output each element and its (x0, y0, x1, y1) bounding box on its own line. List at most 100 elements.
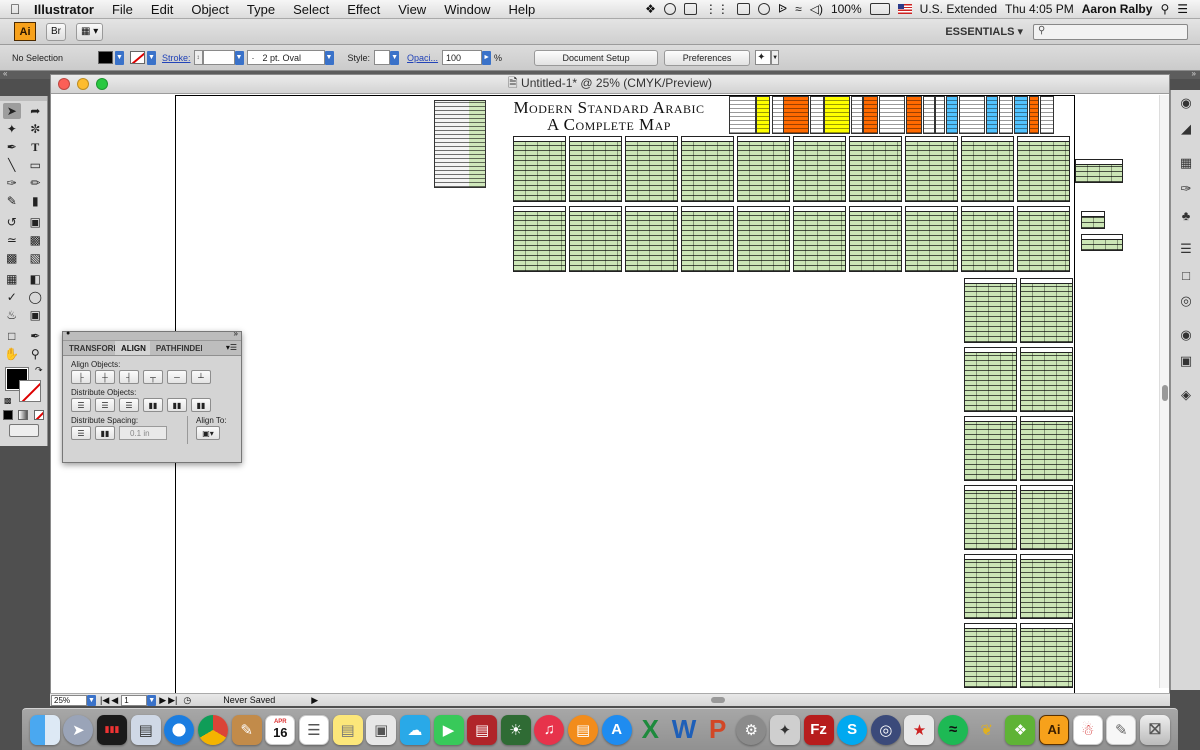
pen-tool-icon[interactable]: ✒ (3, 139, 21, 155)
stroke-weight-dropdown-icon[interactable]: ▼ (234, 50, 244, 65)
color-panel-icon[interactable]: ◉ (1171, 90, 1200, 116)
verb-table[interactable] (1020, 623, 1073, 688)
skype-icon[interactable]: S (837, 714, 868, 745)
help-search-input[interactable]: ⚲ (1033, 23, 1188, 40)
color-mode-icon[interactable] (2, 410, 13, 420)
chart-strip-cell[interactable] (863, 96, 878, 134)
align-vertical-center-icon[interactable]: ─ (167, 370, 187, 384)
menu-effect[interactable]: Effect (338, 2, 389, 17)
opacity-field[interactable]: 100 (442, 50, 483, 65)
time-machine-icon[interactable] (663, 3, 676, 15)
chart-strip-cell[interactable] (935, 96, 945, 134)
symbols-panel-icon[interactable]: ♣ (1171, 202, 1200, 228)
live-paint-selection-tool-icon[interactable]: ▣ (26, 307, 44, 323)
chart-strip-cell[interactable] (923, 96, 935, 134)
verb-table[interactable] (1020, 485, 1073, 550)
verb-table[interactable] (964, 485, 1017, 550)
finder-icon[interactable] (29, 714, 60, 745)
line-tool-icon[interactable]: ╲ (3, 157, 21, 173)
menu-view[interactable]: View (389, 2, 435, 17)
swap-fill-stroke-icon[interactable]: ↷ (35, 365, 43, 376)
graphic-style-swatch[interactable] (374, 50, 391, 65)
safari-icon[interactable] (164, 714, 195, 745)
chart-strip-cell[interactable] (1029, 96, 1039, 134)
verb-table[interactable] (849, 206, 902, 272)
zoom-field[interactable]: 25% (51, 694, 87, 706)
brush-definition-field[interactable]: · 2 pt. Oval (246, 50, 325, 65)
verb-table[interactable] (905, 206, 958, 272)
chart-strip-cell[interactable] (783, 96, 809, 134)
stroke-panel-link[interactable]: Stroke: (162, 53, 191, 63)
verb-table[interactable] (1020, 278, 1073, 343)
chart-strip-cell[interactable] (986, 96, 998, 134)
verb-table[interactable] (964, 623, 1017, 688)
eyedropper-tool-icon[interactable]: ✓ (3, 289, 21, 305)
fill-dropdown-icon[interactable]: ▼ (115, 50, 124, 65)
network-radar-icon[interactable]: ◎ (870, 714, 901, 745)
app-status-icon[interactable] (736, 3, 750, 15)
verb-table[interactable] (737, 136, 790, 202)
stroke-color-box[interactable] (19, 380, 41, 402)
artboard[interactable]: Modern Standard Arabic A Complete Map (175, 95, 1123, 695)
artboard-tool-icon[interactable]: □ (3, 328, 21, 344)
verb-table[interactable] (964, 347, 1017, 412)
menu-type[interactable]: Type (238, 2, 284, 17)
next-artboard-icon[interactable]: ▶ (159, 695, 166, 706)
photos-icon[interactable]: ☀ (500, 714, 531, 745)
chart-strip-cell[interactable] (999, 96, 1013, 134)
distribute-right-icon[interactable]: ▮▮ (191, 398, 211, 412)
column-graph-tool-icon[interactable]: ▧ (26, 250, 44, 266)
control-bar-menu-icon[interactable]: ▼ (771, 50, 780, 65)
blend-tool-icon[interactable]: ◯ (26, 289, 44, 305)
direct-selection-tool-icon[interactable]: ➦ (26, 103, 44, 119)
trash-icon[interactable]: ⛝ (1139, 714, 1170, 745)
chart-strip-cell[interactable] (1040, 96, 1054, 134)
panel-collapse-icon[interactable]: » (234, 329, 238, 338)
wifi-icon[interactable]: ≈ (795, 2, 802, 16)
stroke-panel-icon[interactable]: ☰ (1171, 236, 1200, 262)
fill-swatch[interactable] (98, 51, 113, 64)
powerpoint-icon[interactable]: P (703, 714, 733, 745)
brush-dropdown-icon[interactable]: ▼ (324, 50, 334, 65)
selection-mode-icon[interactable]: ✦ (755, 50, 772, 65)
verb-table[interactable] (905, 136, 958, 202)
stroke-dropdown-icon[interactable]: ▼ (147, 50, 156, 65)
chart-strip-cell[interactable] (959, 96, 985, 134)
textwrangler-icon[interactable]: ✎ (231, 714, 262, 745)
chart-strip-cell[interactable] (946, 96, 958, 134)
evernote-icon[interactable]: ❖ (1005, 714, 1036, 745)
warp-tool-icon[interactable]: ≃ (3, 232, 21, 248)
stroke-swatch[interactable] (130, 51, 145, 64)
menu-select[interactable]: Select (284, 2, 338, 17)
verb-table[interactable] (1020, 347, 1073, 412)
system-preferences-icon[interactable]: ⚙ (736, 714, 767, 745)
tab-transform[interactable]: TRANSFORM (63, 341, 115, 355)
opacity-panel-link[interactable]: Opaci... (407, 53, 438, 63)
layers-panel-icon[interactable]: ◈ (1171, 382, 1200, 408)
spacing-value-field[interactable]: 0.1 in (119, 426, 167, 440)
chart-strip-cell[interactable] (756, 96, 770, 134)
menu-file[interactable]: File (103, 2, 142, 17)
tab-pathfinder[interactable]: PATHFINDER (150, 341, 202, 355)
document-setup-button[interactable]: Document Setup (534, 49, 659, 66)
verb-table[interactable] (737, 206, 790, 272)
graphic-style-dropdown-icon[interactable]: ▼ (390, 50, 400, 65)
horizontal-distribute-space-icon[interactable]: ▮▮ (95, 426, 115, 440)
menu-help[interactable]: Help (499, 2, 544, 17)
genie-lamp-icon[interactable]: ❦ (972, 715, 1002, 745)
photo-app-icon[interactable]: ▣ (366, 714, 397, 745)
gradient-mode-icon[interactable] (18, 410, 29, 420)
chart-strip-cell[interactable] (810, 96, 824, 134)
preferences-button[interactable]: Preferences (664, 49, 751, 66)
paintbrush-tool-icon[interactable]: ✑ (3, 175, 21, 191)
calendar-icon[interactable]: APR 16 (265, 714, 296, 745)
verb-table[interactable] (1020, 416, 1073, 481)
verb-table[interactable] (793, 206, 846, 272)
zoom-tool-icon[interactable]: ⚲ (26, 346, 44, 362)
stroke-weight-field[interactable] (202, 50, 235, 65)
panel-close-icon[interactable]: ● (66, 330, 70, 337)
photo-booth-icon[interactable]: ▤ (467, 714, 498, 745)
color-guide-panel-icon[interactable]: ◢ (1171, 116, 1200, 142)
notification-center-icon[interactable]: ☰ (1177, 2, 1188, 16)
preview-icon[interactable]: ▤ (130, 714, 161, 745)
